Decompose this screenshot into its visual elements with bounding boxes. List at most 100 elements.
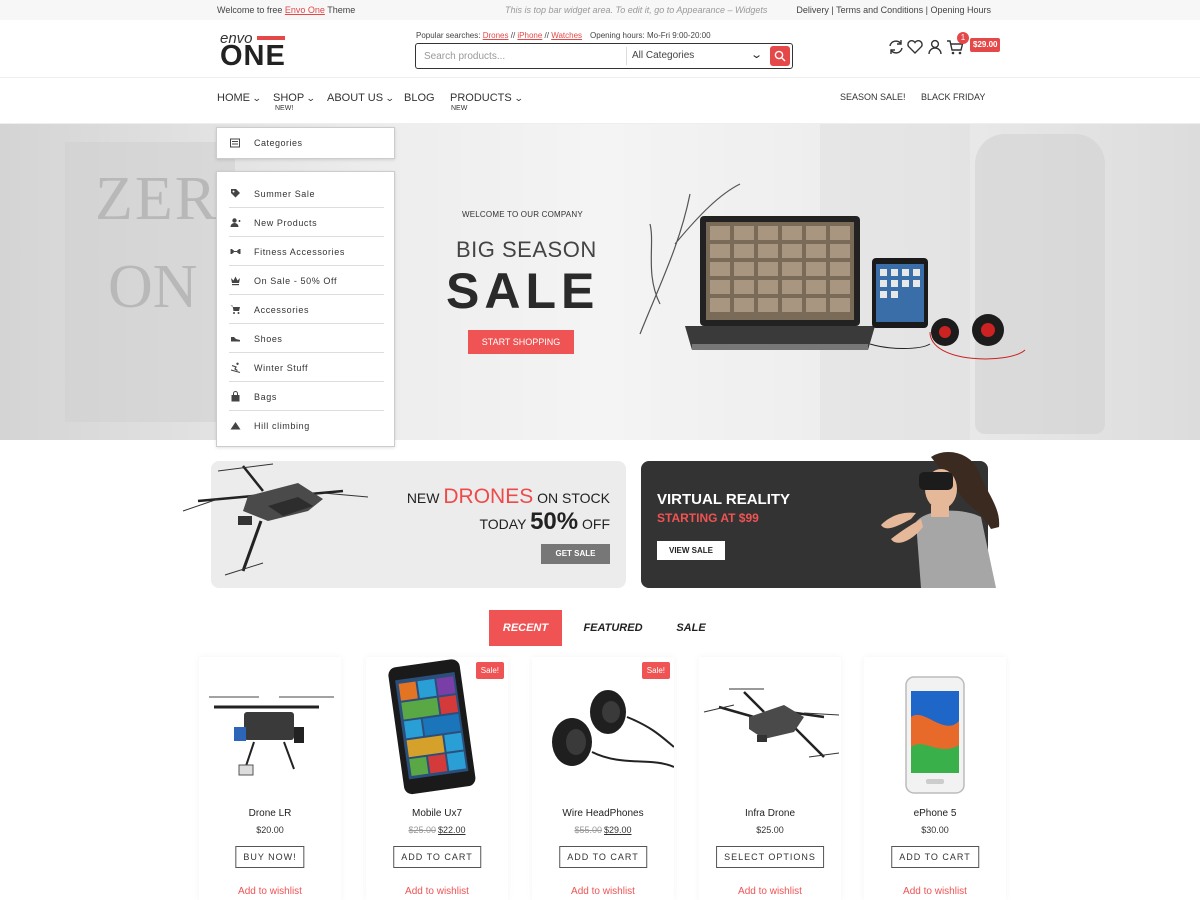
nav-item-shop[interactable]: SHOP ⌄	[273, 92, 316, 104]
drones-promo-banner[interactable]: NEW DRONES ON STOCK TODAY 50% OFF GET SA…	[182, 461, 626, 588]
nav-item-products[interactable]: PRODUCTS ⌄	[450, 92, 524, 104]
product-search: All Categories ⌄	[415, 43, 793, 69]
skiing-icon	[230, 362, 241, 373]
category-item-winter-stuff[interactable]: Winter Stuff	[217, 353, 396, 382]
list-icon	[230, 138, 240, 148]
add-to-wishlist-link[interactable]: Add to wishlist	[699, 886, 841, 897]
buy-now-button[interactable]: BUY NOW!	[235, 846, 305, 868]
get-sale-button[interactable]: GET SALE	[541, 544, 610, 564]
user-icon[interactable]	[926, 38, 944, 56]
main-nav: HOME ⌄ SHOP ⌄ NEW! ABOUT US ⌄ BLOG PRODUCTS…	[0, 78, 1200, 124]
add-to-wishlist-link[interactable]: Add to wishlist	[532, 886, 674, 897]
promo-word: ON STOCK	[533, 490, 610, 506]
promo-word: NEW	[406, 490, 444, 506]
product-image-drone-lr[interactable]	[199, 657, 341, 797]
cart-count-badge: 1	[957, 32, 969, 44]
product-price: $25.00	[699, 825, 841, 835]
nav-item-season-sale[interactable]: SEASON SALE!	[840, 92, 906, 102]
shoe-icon	[231, 337, 240, 342]
product-card: Sale! Wire HeadPhones $55.00 $29.00 ADD T…	[532, 657, 674, 900]
product-name[interactable]: Infra Drone	[699, 808, 841, 819]
devices-image	[639, 183, 1026, 360]
add-to-cart-button[interactable]: ADD TO CART	[559, 846, 647, 868]
drones-promo-line-1: NEW DRONES ON STOCK	[407, 485, 610, 509]
vr-promo-banner[interactable]: VIRTUAL REALITY STARTING AT $99 VIEW SAL…	[641, 452, 1000, 588]
product-price: $55.00 $29.00	[532, 825, 674, 835]
top-bar: Welcome to free Envo One Theme This is t…	[0, 0, 1200, 20]
search-button[interactable]	[770, 46, 790, 66]
category-item-on-sale[interactable]: On Sale - 50% Off	[217, 266, 396, 295]
add-to-cart-button[interactable]: ADD TO CART	[393, 846, 481, 868]
popular-link-drones[interactable]: Drones	[483, 31, 509, 40]
nav-item-about-us[interactable]: ABOUT US ⌄	[327, 92, 395, 104]
vr-promo-subtitle: STARTING AT $99	[657, 511, 759, 525]
add-to-wishlist-link[interactable]: Add to wishlist	[366, 886, 508, 897]
drones-promo-line-2: TODAY 50% OFF	[479, 508, 610, 536]
tab-recent[interactable]: RECENT	[489, 610, 562, 646]
product-price: $25.00 $22.00	[366, 825, 508, 835]
select-options-button[interactable]: SELECT OPTIONS	[716, 846, 824, 868]
category-select[interactable]: All Categories	[632, 50, 694, 61]
top-links[interactable]: Delivery | Terms and Conditions | Openin…	[796, 5, 991, 15]
bag-icon	[231, 391, 240, 402]
search-input[interactable]	[424, 49, 619, 63]
theme-link[interactable]: Envo One	[285, 5, 325, 15]
category-item-fitness-accessories[interactable]: Fitness Accessories	[217, 237, 396, 266]
category-item-shoes[interactable]: Shoes	[217, 324, 396, 353]
product-price-value: $30.00	[921, 825, 949, 835]
category-label: Accessories	[254, 305, 310, 315]
product-name[interactable]: ePhone 5	[864, 808, 1006, 819]
site-logo[interactable]: envo ONE	[220, 31, 290, 72]
category-item-new-products[interactable]: New Products	[217, 208, 396, 237]
add-to-cart-button[interactable]: ADD TO CART	[891, 846, 979, 868]
category-label: Summer Sale	[254, 189, 316, 199]
nav-item-home[interactable]: HOME ⌄	[217, 92, 262, 104]
product-name[interactable]: Wire HeadPhones	[532, 808, 674, 819]
nav-label: HOME	[217, 92, 250, 104]
nav-label: BLOG	[404, 92, 435, 104]
nav-label: SHOP	[273, 92, 305, 104]
nav-label: ABOUT US	[327, 92, 384, 104]
logo-big-text: ONE	[220, 40, 286, 72]
nav-label: PRODUCTS	[450, 92, 512, 104]
heart-icon[interactable]	[906, 38, 924, 56]
add-to-wishlist-link[interactable]: Add to wishlist	[199, 886, 341, 897]
popular-link-watches[interactable]: Watches	[551, 31, 582, 40]
tab-featured[interactable]: FEATURED	[577, 610, 649, 646]
product-image-infra-drone[interactable]	[699, 657, 841, 797]
chevron-down-icon: ⌄	[384, 93, 395, 103]
product-price-value: $20.00	[256, 825, 284, 835]
categories-title: Categories	[254, 138, 303, 148]
product-price-value: $25.00	[756, 825, 784, 835]
category-item-summer-sale[interactable]: Summer Sale	[217, 179, 396, 208]
start-shopping-button[interactable]: START SHOPPING	[468, 330, 574, 354]
nav-item-black-friday[interactable]: BLACK FRIDAY	[921, 92, 985, 102]
welcome-suffix: Theme	[324, 5, 356, 15]
product-price-value: $29.00	[604, 825, 632, 835]
sale-badge: Sale!	[641, 662, 670, 679]
hero-slider: ZER ON WELCOME TO OUR COMPANY BIG SEASON…	[0, 124, 1200, 440]
hero-welcome: WELCOME TO OUR COMPANY	[462, 210, 583, 219]
nav-item-blog[interactable]: BLOG	[404, 92, 435, 104]
popular-separator: //	[542, 31, 552, 40]
nav-badge-new: NEW!	[275, 105, 294, 112]
product-image-ephone-5[interactable]	[864, 657, 1006, 797]
compare-icon[interactable]	[887, 38, 905, 56]
popular-link-iphone[interactable]: iPhone	[517, 31, 542, 40]
tab-sale[interactable]: SALE	[664, 610, 718, 646]
product-name[interactable]: Drone LR	[199, 808, 341, 819]
add-to-wishlist-link[interactable]: Add to wishlist	[864, 886, 1006, 897]
category-item-accessories[interactable]: Accessories	[217, 295, 396, 324]
cart-total[interactable]: $29.00	[970, 38, 1001, 52]
category-item-hill-climbing[interactable]: Hill climbing	[217, 411, 396, 440]
chevron-down-icon[interactable]: ⌄	[750, 48, 763, 61]
vr-promo-title: VIRTUAL REALITY	[657, 491, 791, 508]
view-sale-button[interactable]: VIEW SALE	[657, 541, 725, 560]
category-item-bags[interactable]: Bags	[217, 382, 396, 411]
product-name[interactable]: Mobile Ux7	[366, 808, 508, 819]
promo-word: OFF	[578, 516, 610, 532]
search-divider	[626, 47, 627, 65]
categories-toggle[interactable]: Categories	[216, 127, 395, 159]
product-card: ePhone 5 $30.00 ADD TO CART Add to wishl…	[864, 657, 1006, 900]
chevron-down-icon: ⌄	[513, 93, 524, 103]
